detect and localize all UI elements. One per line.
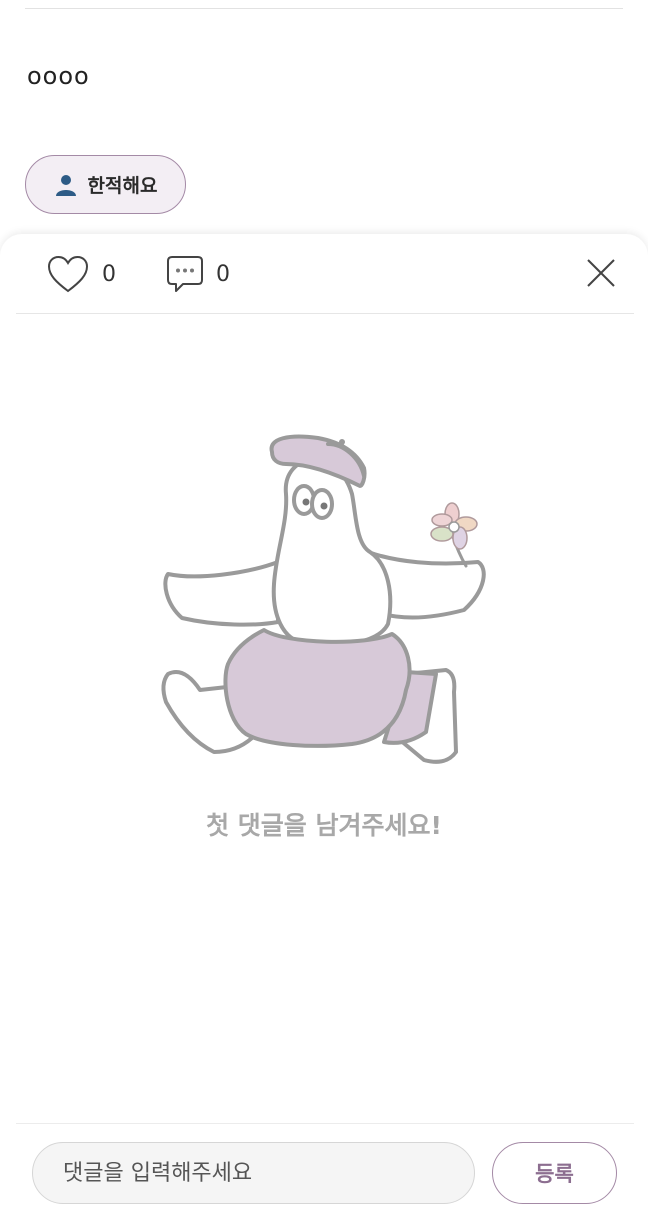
- reaction-chip-label: 한적해요: [87, 175, 158, 197]
- flower-icon: [430, 502, 478, 550]
- post-detail-page: oooo 한적해요 0 0 첫 댓글을 남겨주세요! 댓글을 입력해주세요 등록: [0, 0, 648, 1219]
- like-stat[interactable]: 0: [46, 254, 116, 294]
- post-body-text: oooo: [27, 62, 90, 90]
- top-divider: [25, 8, 623, 9]
- mascot-illustration: [161, 434, 486, 764]
- comment-input[interactable]: [32, 1142, 475, 1204]
- person-icon: [55, 174, 76, 196]
- comment-count: 0: [216, 261, 230, 287]
- reaction-chip-button[interactable]: 한적해요: [25, 155, 186, 214]
- like-count: 0: [102, 261, 116, 287]
- heart-icon[interactable]: [46, 254, 90, 294]
- close-icon[interactable]: [584, 256, 618, 290]
- comments-sheet-header: 0 0: [16, 234, 634, 314]
- submit-comment-button[interactable]: 등록: [492, 1142, 617, 1204]
- comments-sheet: 0 0 첫 댓글을 남겨주세요! 댓글을 입력해주세요 등록: [0, 234, 648, 1219]
- comment-stat[interactable]: 0: [166, 254, 230, 294]
- speech-bubble-icon[interactable]: [166, 254, 204, 294]
- empty-comments-message: 첫 댓글을 남겨주세요!: [206, 811, 442, 840]
- input-divider: [16, 1123, 634, 1124]
